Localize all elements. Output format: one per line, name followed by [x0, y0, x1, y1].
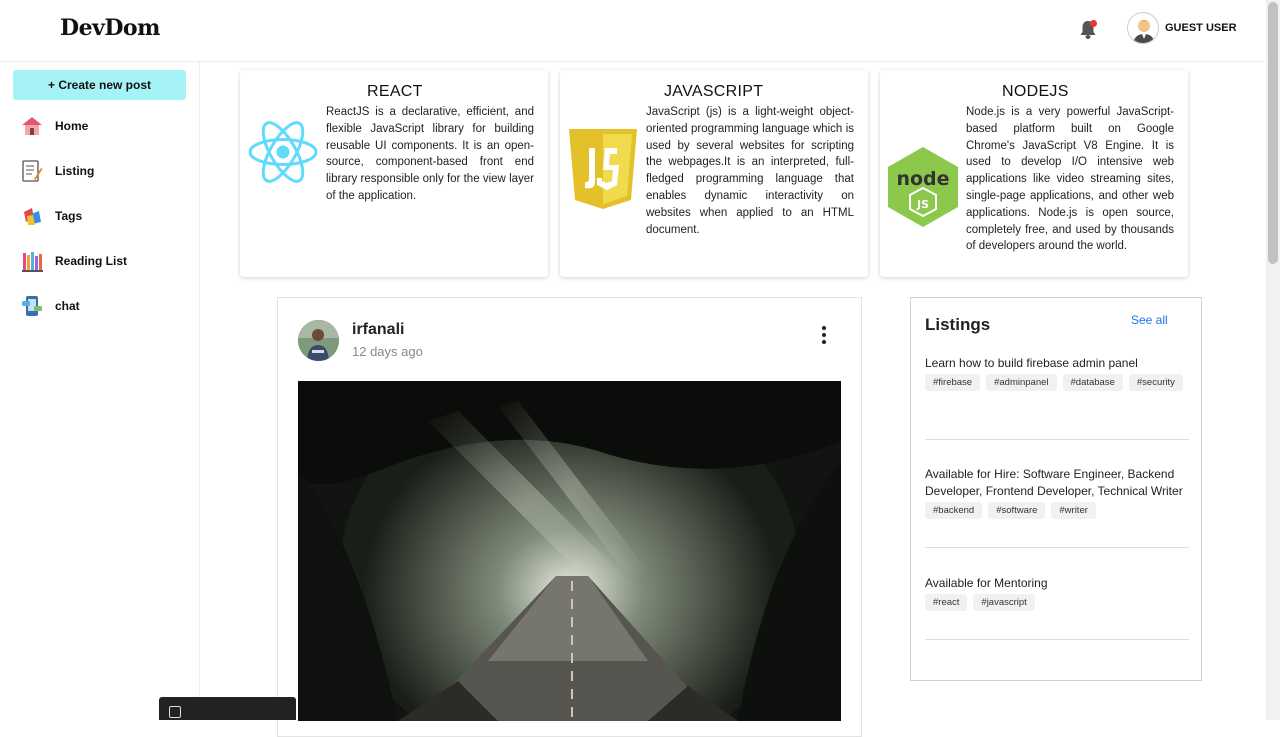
- tag[interactable]: #writer: [1051, 502, 1096, 519]
- create-post-button[interactable]: + Create new post: [13, 70, 186, 100]
- sidebar-item-label: Home: [55, 119, 89, 133]
- forest-road-image: [298, 381, 841, 721]
- see-all-link[interactable]: See all: [1131, 313, 1168, 327]
- react-logo-icon: [248, 121, 318, 183]
- tag[interactable]: #security: [1128, 374, 1183, 391]
- tag[interactable]: #javascript: [973, 594, 1035, 611]
- divider: [925, 639, 1189, 640]
- expand-icon[interactable]: [169, 706, 181, 718]
- listings-panel: Listings See all Learn how to build fire…: [910, 297, 1202, 681]
- home-icon: [20, 113, 44, 139]
- reading-list-icon: [20, 248, 44, 274]
- user-avatar[interactable]: [1127, 12, 1159, 44]
- card-title: NODEJS: [1002, 83, 1069, 100]
- user-name[interactable]: GUEST USER: [1165, 22, 1237, 34]
- listing-tags: #react #javascript: [925, 594, 1189, 611]
- author-photo-icon: [298, 320, 339, 361]
- listing-tags: #backend #software #writer: [925, 502, 1189, 519]
- listing-title[interactable]: Available for Mentoring: [925, 575, 1189, 592]
- sidebar-item-listing[interactable]: Listing: [20, 156, 190, 186]
- tag[interactable]: #adminpanel: [986, 374, 1057, 391]
- sidebar-item-label: Tags: [55, 209, 83, 223]
- tag[interactable]: #database: [1062, 374, 1123, 391]
- listing-icon: [20, 158, 44, 184]
- svg-text:JS: JS: [916, 198, 929, 211]
- sidebar-item-home[interactable]: Home: [20, 111, 190, 141]
- sidebar-item-label: chat: [55, 299, 80, 313]
- user-avatar-icon: [1133, 20, 1155, 43]
- post-image[interactable]: [298, 381, 841, 721]
- topic-card-javascript[interactable]: JAVASCRIPT JavaScript (js) is a light-we…: [560, 70, 868, 277]
- more-vertical-dot: [822, 333, 826, 337]
- topic-card-nodejs[interactable]: NODEJS node JS Node.js is a very powerfu…: [880, 70, 1188, 277]
- listing-item[interactable]: Available for Mentoring #react #javascri…: [925, 575, 1189, 611]
- listing-title[interactable]: Available for Hire: Software Engineer, B…: [925, 466, 1189, 500]
- post-author[interactable]: irfanali: [352, 321, 404, 339]
- post-options-button[interactable]: [814, 323, 834, 347]
- sidebar-item-tags[interactable]: Tags: [20, 201, 190, 231]
- card-title: JAVASCRIPT: [664, 83, 764, 100]
- javascript-logo-icon: [569, 129, 637, 209]
- scrollbar-thumb[interactable]: [1268, 2, 1278, 264]
- listings-title: Listings: [925, 315, 991, 334]
- post-card[interactable]: irfanali 12 days ago: [277, 297, 862, 737]
- post-timestamp: 12 days ago: [352, 344, 423, 359]
- more-vertical-icon: [822, 326, 826, 330]
- sidebar-item-label: Listing: [55, 164, 95, 178]
- svg-text:node: node: [896, 168, 949, 190]
- sidebar-item-chat[interactable]: chat: [20, 291, 190, 321]
- page-scrollbar[interactable]: [1266, 0, 1280, 720]
- app-logo[interactable]: DevDom: [60, 15, 160, 41]
- listing-item[interactable]: Available for Hire: Software Engineer, B…: [925, 466, 1189, 519]
- tag[interactable]: #firebase: [925, 374, 981, 391]
- more-vertical-dot: [822, 340, 826, 344]
- sidebar: + Create new post Home Listing Tags Read…: [0, 62, 200, 720]
- listing-title[interactable]: Learn how to build firebase admin panel: [925, 355, 1189, 372]
- listing-item[interactable]: Learn how to build firebase admin panel …: [925, 355, 1189, 391]
- sidebar-item-label: Reading List: [55, 254, 128, 268]
- nodejs-logo-icon: node JS: [888, 147, 958, 227]
- author-avatar[interactable]: [298, 320, 339, 361]
- tag[interactable]: #react: [925, 594, 968, 611]
- divider: [925, 547, 1189, 548]
- tag[interactable]: #backend: [925, 502, 983, 519]
- card-title: REACT: [367, 83, 423, 100]
- floating-mini-bar[interactable]: [159, 697, 296, 720]
- chat-icon: [20, 293, 44, 319]
- tag[interactable]: #software: [988, 502, 1046, 519]
- top-header: DevDom GUEST USER: [0, 0, 1266, 62]
- listing-tags: #firebase #adminpanel #database #securit…: [925, 374, 1189, 391]
- divider: [925, 439, 1189, 440]
- sidebar-item-reading-list[interactable]: Reading List: [20, 246, 190, 276]
- topic-card-react[interactable]: REACT ReactJS is a declarative, efficien…: [240, 70, 548, 277]
- tags-icon: [20, 203, 44, 229]
- card-description: JavaScript (js) is a light-weight object…: [646, 106, 854, 236]
- card-description: Node.js is a very powerful JavaScript-ba…: [966, 106, 1174, 253]
- notification-dot: [1090, 20, 1097, 27]
- card-description: ReactJS is a declarative, efficient, and…: [326, 106, 534, 202]
